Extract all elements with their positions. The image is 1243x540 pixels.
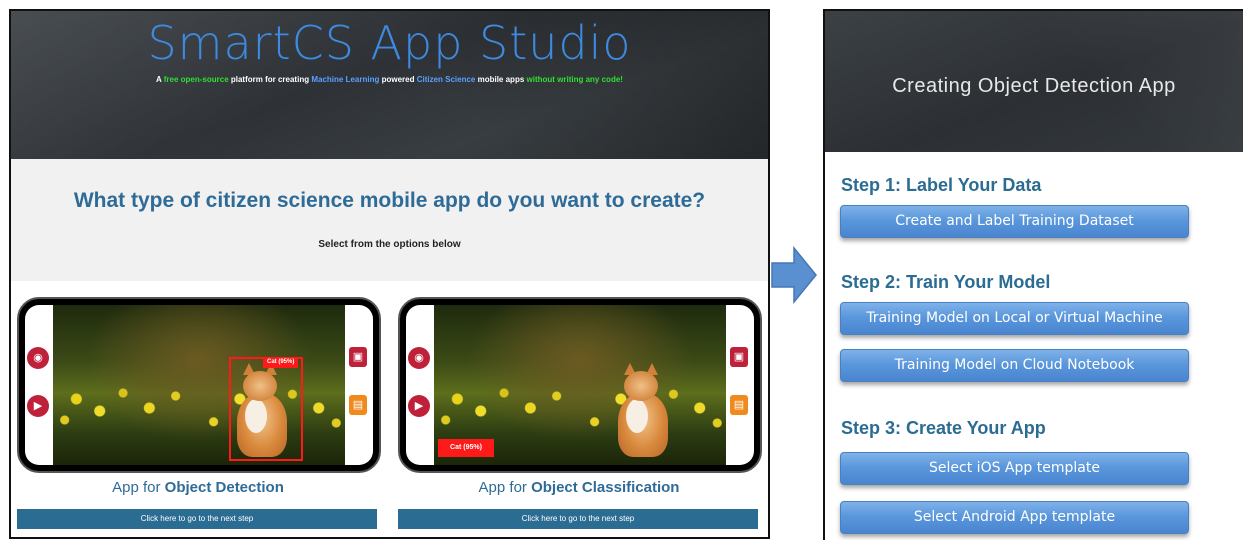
phone-right-bar <box>726 305 754 465</box>
phone-right-bar <box>345 305 373 465</box>
detection-box <box>229 357 303 461</box>
cat-image <box>612 363 672 459</box>
page-title: SmartCS App Studio <box>147 16 632 70</box>
flowers-background <box>434 375 726 435</box>
page-subtitle: A free open-source platform for creating… <box>11 75 768 84</box>
train-local-button[interactable]: Training Model on Local or Virtual Machi… <box>840 302 1189 335</box>
arrow-right-icon <box>771 246 817 304</box>
subtitle-highlight: free open-source <box>163 75 229 84</box>
object-detection-steps-panel: Creating Object Detection App Step 1: La… <box>823 9 1243 540</box>
question-subheading: Select from the options below <box>318 239 461 250</box>
steps-header: Creating Object Detection App <box>825 11 1243 152</box>
camera-preview: Cat (95%) <box>53 305 345 465</box>
camera-icon[interactable]: ◉ <box>27 347 49 369</box>
step-3-title: Step 3: Create Your App <box>841 418 1046 438</box>
detection-label: Cat (95%) <box>263 357 299 368</box>
create-dataset-button[interactable]: Create and Label Training Dataset <box>840 205 1189 238</box>
next-step-button[interactable]: Click here to go to the next step <box>17 509 377 529</box>
subtitle-highlight: Machine Learning <box>311 75 380 84</box>
video-camera-icon[interactable]: ▶ <box>408 395 430 417</box>
step-1-title: Step 1: Label Your Data <box>841 175 1042 195</box>
save-icon[interactable]: ▣ <box>349 347 367 367</box>
subtitle-text: platform for creating <box>228 75 312 84</box>
phone-mockup: Cat (95%) ◉ ▶ ▣ ▤ <box>398 297 762 473</box>
phone-mockup: Cat (95%) ◉ ▶ ▣ ▤ <box>17 297 381 473</box>
steps-title: Creating Object Detection App <box>892 75 1176 97</box>
classification-label: Cat (95%) <box>438 439 494 457</box>
android-template-button[interactable]: Select Android App template <box>840 501 1189 534</box>
question-section: What type of citizen science mobile app … <box>11 159 768 281</box>
document-icon[interactable]: ▤ <box>730 395 748 415</box>
subtitle-text: powered <box>379 75 417 84</box>
question-heading: What type of citizen science mobile app … <box>73 189 706 212</box>
train-cloud-button[interactable]: Training Model on Cloud Notebook <box>840 349 1189 382</box>
option-card-object-classification[interactable]: Cat (95%) ◉ ▶ ▣ ▤ App for Object Classif… <box>398 297 762 529</box>
subtitle-highlight: Citizen Science <box>416 75 476 84</box>
ios-template-button[interactable]: Select iOS App template <box>840 452 1189 485</box>
subtitle-text: A <box>156 75 164 84</box>
subtitle-text: mobile apps <box>475 75 527 84</box>
step-2-title: Step 2: Train Your Model <box>841 272 1051 292</box>
card-caption: App for Object Detection <box>112 479 284 496</box>
phone-left-bar <box>406 305 434 465</box>
phone-left-bar <box>25 305 53 465</box>
camera-icon[interactable]: ◉ <box>408 347 430 369</box>
subtitle-highlight: without writing any code! <box>526 75 623 84</box>
save-icon[interactable]: ▣ <box>730 347 748 367</box>
video-camera-icon[interactable]: ▶ <box>27 395 49 417</box>
app-studio-panel: SmartCS App Studio A free open-source pl… <box>9 9 770 539</box>
document-icon[interactable]: ▤ <box>349 395 367 415</box>
hero-banner: SmartCS App Studio A free open-source pl… <box>11 11 768 159</box>
option-card-object-detection[interactable]: Cat (95%) ◉ ▶ ▣ ▤ App for Object Detecti… <box>17 297 381 529</box>
next-step-button[interactable]: Click here to go to the next step <box>398 509 758 529</box>
card-caption: App for Object Classification <box>478 479 680 496</box>
